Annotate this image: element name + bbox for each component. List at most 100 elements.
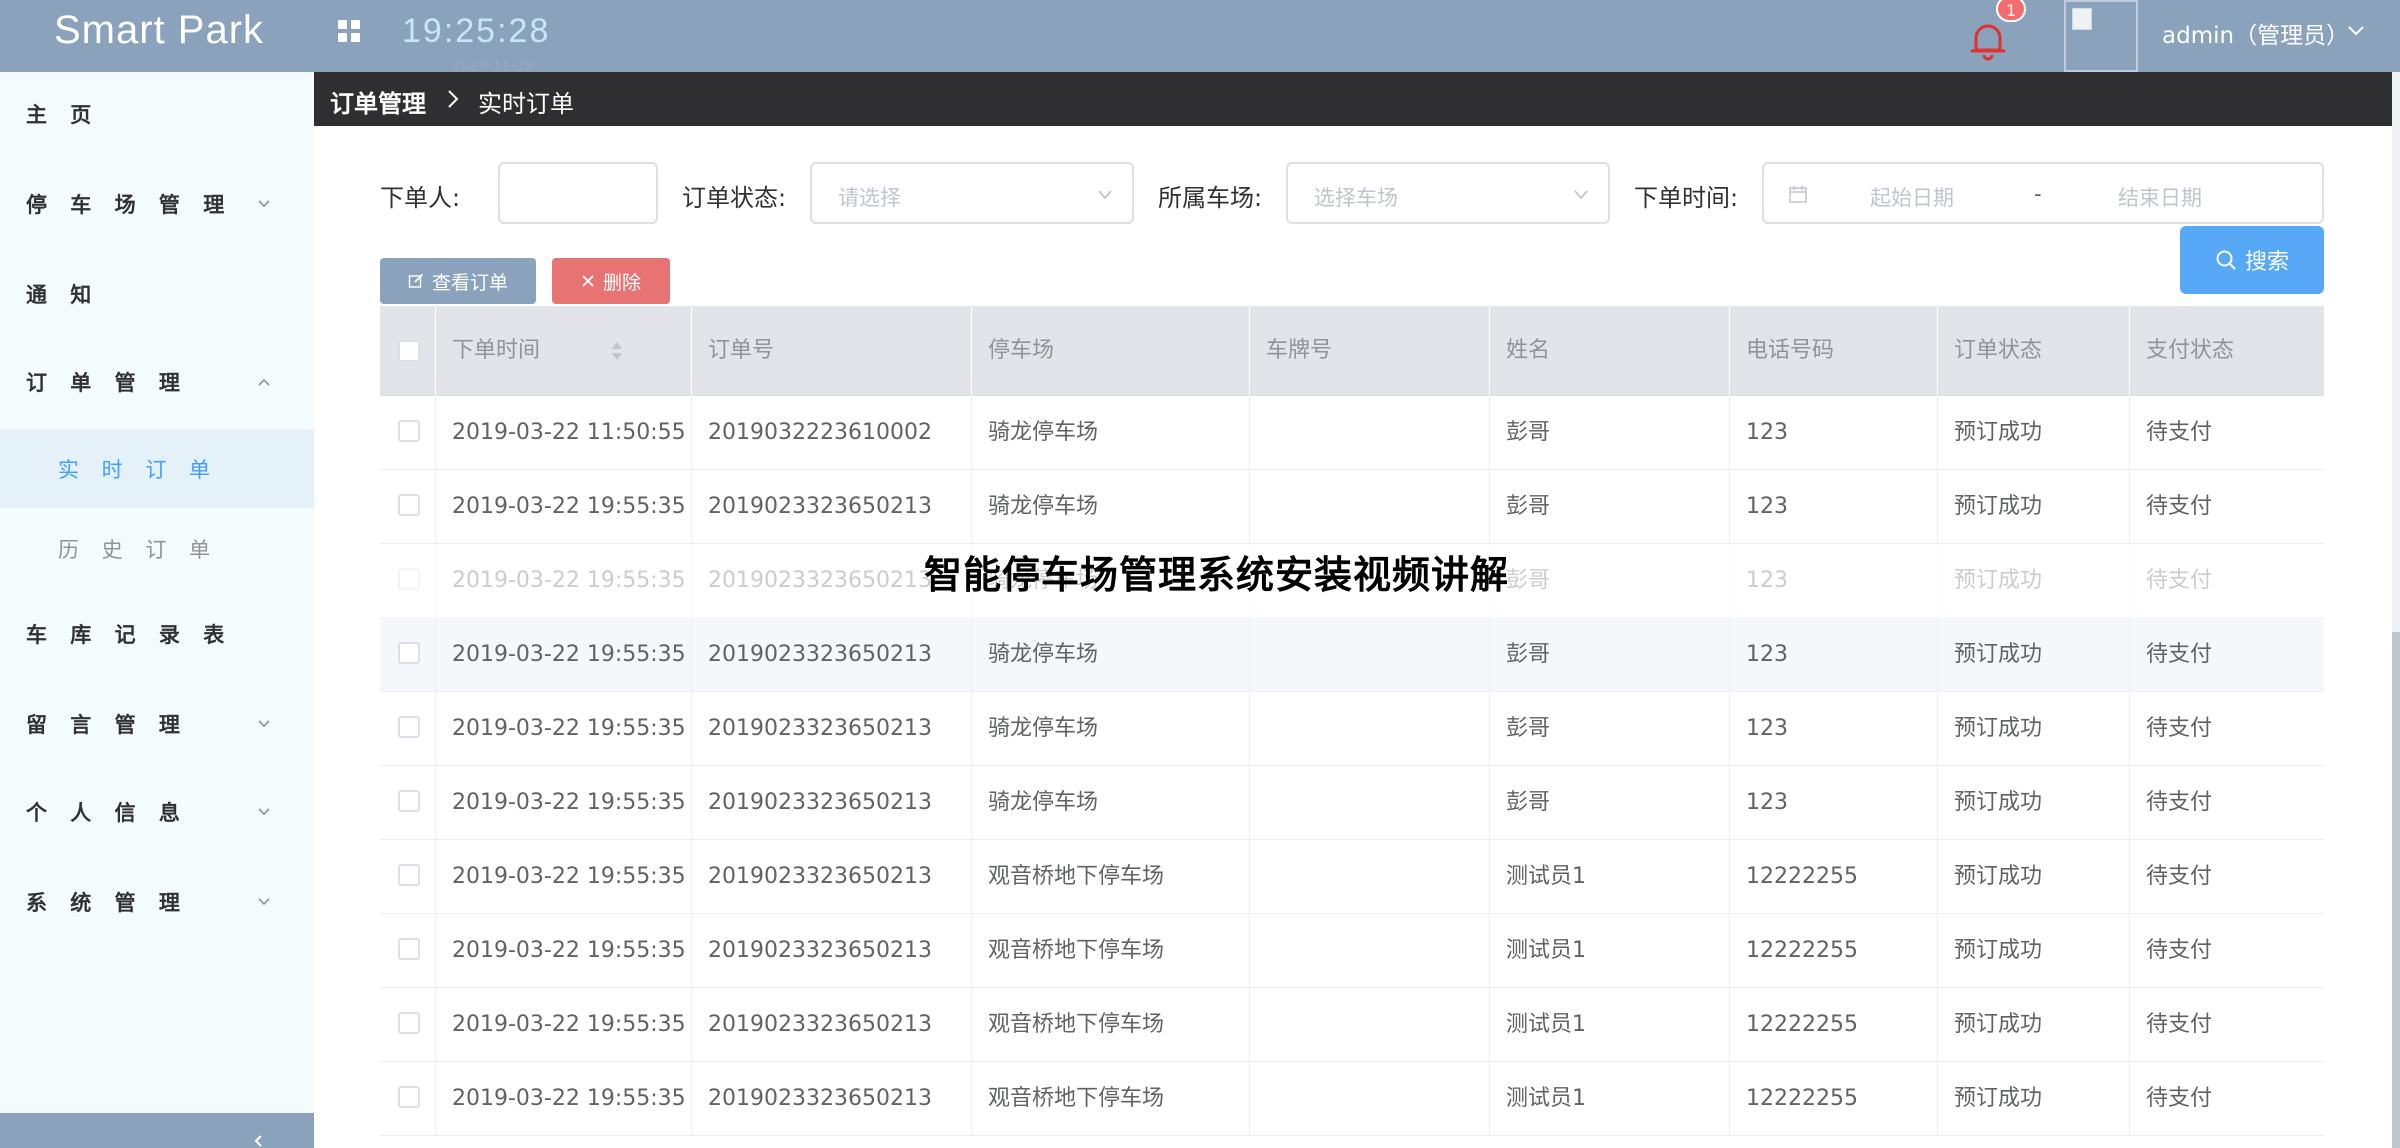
cell-order-time: 2019-03-22 19:55:35 bbox=[436, 914, 692, 988]
chevron-down-icon[interactable] bbox=[2344, 18, 2368, 42]
sidebar-item-home[interactable]: 主 页 bbox=[0, 74, 314, 154]
sidebar-subitem-label: 历 史 订 单 bbox=[58, 538, 219, 562]
sidebar-item-label: 订 单 管 理 bbox=[26, 371, 188, 395]
table-row[interactable]: 2019-03-22 19:55:35 2019023323650213 观音桥地下… bbox=[380, 988, 2324, 1062]
apps-grid-icon[interactable] bbox=[338, 20, 360, 42]
table-row[interactable]: 2019-03-22 19:55:35 2019023323650213 骑龙停车场… bbox=[380, 618, 2324, 692]
table-row[interactable]: 2019-03-22 19:55:35 2019023323650213 骑龙停车场… bbox=[380, 470, 2324, 544]
cell-plate bbox=[1250, 914, 1490, 988]
row-checkbox[interactable] bbox=[398, 494, 420, 516]
cell-order-status: 预订成功 bbox=[1938, 618, 2130, 692]
calendar-icon bbox=[1789, 186, 1807, 203]
notification-bell-icon[interactable] bbox=[1966, 18, 2010, 62]
header-clock: 19:25:28 bbox=[402, 12, 551, 50]
orderer-input[interactable] bbox=[498, 162, 658, 224]
table-row[interactable]: 2019-03-22 19:55:35 2019023323650213 观音桥地下… bbox=[380, 840, 2324, 914]
cell-order-time: 2019-03-22 19:55:35 bbox=[436, 544, 692, 618]
sidebar-item-messages[interactable]: 留 言 管 理 bbox=[0, 684, 314, 764]
cell-order-status: 预订成功 bbox=[1938, 544, 2130, 618]
sidebar-item-profile[interactable]: 个 人 信 息 bbox=[0, 772, 314, 852]
header-select-cell bbox=[380, 306, 436, 396]
date-range-picker[interactable]: 起始日期 - 结束日期 bbox=[1762, 162, 2324, 224]
delete-button[interactable]: 删除 bbox=[552, 258, 670, 304]
sidebar-item-order-management[interactable]: 订 单 管 理 bbox=[0, 342, 314, 422]
notification-badge: 1 bbox=[1996, 0, 2027, 22]
header-order-no: 订单号 bbox=[692, 306, 972, 396]
status-select[interactable]: 请选择 bbox=[810, 162, 1134, 224]
row-checkbox[interactable] bbox=[398, 864, 420, 886]
scrollbar-thumb[interactable] bbox=[2392, 632, 2400, 1148]
page-scrollbar[interactable] bbox=[2392, 72, 2400, 1148]
time-label: 下单时间: bbox=[1634, 184, 1739, 212]
user-avatar[interactable] bbox=[2064, 0, 2138, 72]
sidebar-item-system[interactable]: 系 统 管 理 bbox=[0, 862, 314, 942]
select-all-checkbox[interactable] bbox=[398, 340, 420, 362]
row-select-cell bbox=[380, 618, 436, 692]
search-icon bbox=[2216, 250, 2236, 270]
app-logo: Smart Park bbox=[54, 8, 265, 52]
sort-icon[interactable] bbox=[610, 340, 624, 362]
cell-order-no: 2019023323650213 bbox=[692, 1062, 972, 1136]
row-checkbox[interactable] bbox=[398, 716, 420, 738]
cell-order-time: 2019-03-22 19:55:35 bbox=[436, 1062, 692, 1136]
table-header: 下单时间 订单号 停车场 车牌号 姓名 电话号码 订单状态 支付状态 bbox=[380, 306, 2324, 396]
row-checkbox[interactable] bbox=[398, 1012, 420, 1034]
row-select-cell bbox=[380, 766, 436, 840]
row-checkbox[interactable] bbox=[398, 568, 420, 590]
lot-select[interactable]: 选择车场 bbox=[1286, 162, 1610, 224]
sidebar-item-notice[interactable]: 通 知 bbox=[0, 254, 314, 334]
view-order-button[interactable]: 查看订单 bbox=[380, 258, 536, 304]
cell-phone: 12222255 bbox=[1730, 840, 1938, 914]
cell-plate bbox=[1250, 396, 1490, 470]
header-label: 下单时间 bbox=[452, 338, 541, 363]
cell-pay-status: 待支付 bbox=[2146, 790, 2213, 815]
table-row[interactable]: 2019-03-22 19:55:35 2019023323650213 观音桥地下… bbox=[380, 1062, 2324, 1136]
cell-pay-status: 待支付 bbox=[2146, 716, 2213, 741]
cell-order-time: 2019-03-22 19:55:35 bbox=[436, 470, 692, 544]
table-row[interactable]: 2019-03-22 19:55:35 2019023323650213 观音桥地下… bbox=[380, 914, 2324, 988]
header-parking-lot: 停车场 bbox=[972, 306, 1250, 396]
sidebar-subitem-realtime-orders[interactable]: 实 时 订 单 bbox=[0, 430, 314, 508]
cell-parking-lot: 观音桥地下停车场 bbox=[972, 1062, 1250, 1136]
search-button[interactable]: 搜索 bbox=[2180, 226, 2324, 294]
chevron-down-icon bbox=[258, 720, 270, 728]
cell-name: 彭哥 bbox=[1490, 470, 1730, 544]
table-row[interactable]: 2019-03-22 19:55:35 2019023323650213 骑龙停车场… bbox=[380, 766, 2324, 840]
table-row[interactable]: 2019-03-22 19:55:35 2019023323650213 骑龙停车场… bbox=[380, 692, 2324, 766]
header-order-time[interactable]: 下单时间 bbox=[436, 306, 692, 396]
row-checkbox[interactable] bbox=[398, 790, 420, 812]
search-label: 搜索 bbox=[2244, 250, 2289, 275]
top-header: Smart Park 19:25:28 2020-11-29 1 admin（管… bbox=[0, 0, 2400, 74]
row-select-cell bbox=[380, 1062, 436, 1136]
cell-parking-lot: 骑龙停车场 bbox=[972, 470, 1250, 544]
cell-order-status: 预订成功 bbox=[1938, 766, 2130, 840]
sidebar-item-label: 通 知 bbox=[26, 283, 100, 307]
cell-order-no: 2019023323650213 bbox=[692, 766, 972, 840]
status-placeholder: 请选择 bbox=[838, 186, 901, 210]
start-date-placeholder: 起始日期 bbox=[1870, 186, 1954, 210]
sidebar-item-label: 主 页 bbox=[26, 103, 100, 127]
sidebar-item-garage-records[interactable]: 车 库 记 录 表 bbox=[0, 594, 314, 674]
sidebar-item-parking-management[interactable]: 停 车 场 管 理 bbox=[0, 164, 314, 244]
sidebar-collapse-bar[interactable] bbox=[0, 1113, 314, 1148]
sidebar-item-label: 留 言 管 理 bbox=[26, 713, 188, 737]
breadcrumb-parent[interactable]: 订单管理 bbox=[330, 84, 426, 119]
cell-name: 彭哥 bbox=[1490, 396, 1730, 470]
cell-plate bbox=[1250, 988, 1490, 1062]
row-checkbox[interactable] bbox=[398, 642, 420, 664]
cell-phone: 12222255 bbox=[1730, 914, 1938, 988]
cell-order-time: 2019-03-22 19:55:35 bbox=[436, 840, 692, 914]
sidebar-item-label: 停 车 场 管 理 bbox=[26, 193, 233, 217]
row-checkbox[interactable] bbox=[398, 420, 420, 442]
sidebar-subitem-history-orders[interactable]: 历 史 订 单 bbox=[0, 510, 314, 588]
sidebar: 主 页 停 车 场 管 理 通 知 订 单 管 理 实 时 订 单 历 史 订 … bbox=[0, 72, 314, 1148]
row-checkbox[interactable] bbox=[398, 938, 420, 960]
sidebar-item-label: 车 库 记 录 表 bbox=[26, 623, 233, 647]
row-checkbox[interactable] bbox=[398, 1086, 420, 1108]
header-order-status: 订单状态 bbox=[1938, 306, 2130, 396]
cell-parking-lot: 骑龙停车场 bbox=[972, 618, 1250, 692]
cell-order-no: 2019023323650213 bbox=[692, 470, 972, 544]
table-row[interactable]: 2019-03-22 11:50:55 2019032223610002 骑龙停车场… bbox=[380, 396, 2324, 470]
user-name-dropdown[interactable]: admin（管理员） bbox=[2162, 16, 2349, 50]
cell-order-no: 2019023323650213 bbox=[692, 840, 972, 914]
